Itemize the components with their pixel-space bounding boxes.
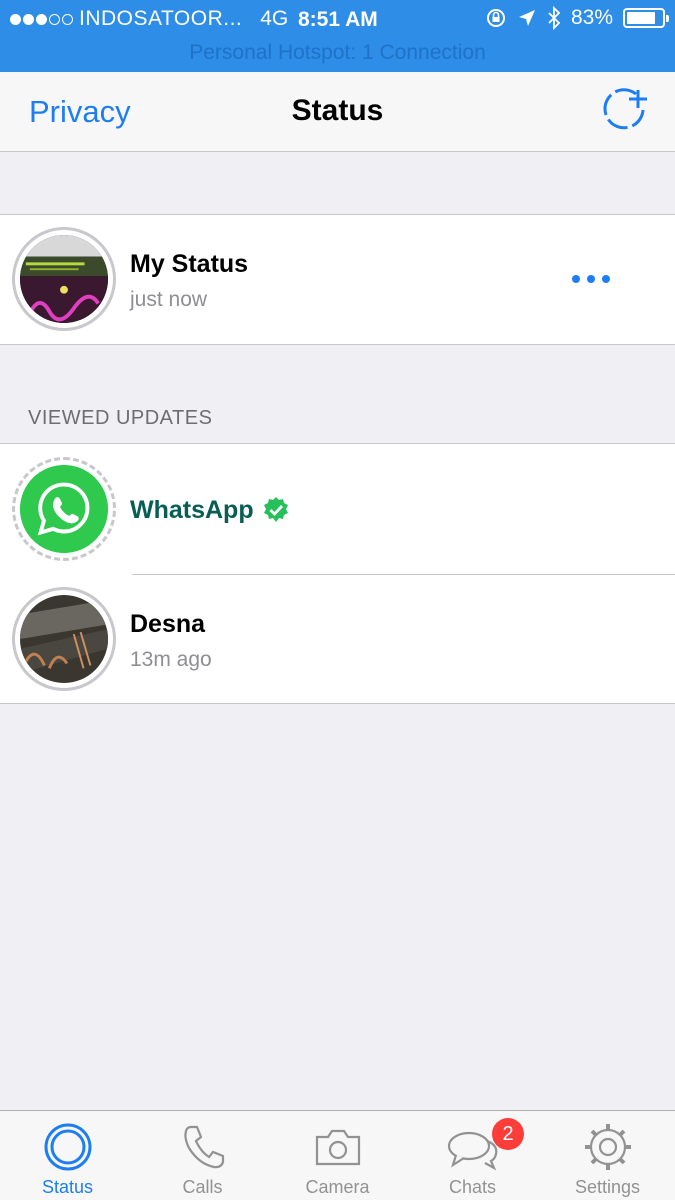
tab-chats-label: Chats [448, 1177, 497, 1197]
new-status-icon[interactable] [600, 86, 650, 136]
bluetooth-icon [548, 6, 561, 30]
hotspot-banner[interactable]: Personal Hotspot: 1 Connection [0, 38, 675, 72]
battery-percent: 83% [570, 6, 613, 29]
chats-unread-badge: 2 [492, 1118, 524, 1150]
tab-settings[interactable]: Settings [540, 1111, 675, 1200]
phone-icon [184, 1125, 225, 1169]
desna-name: Desna [130, 610, 206, 638]
navigation-bar: Privacy Status [0, 72, 675, 152]
tab-status-label: Status [41, 1177, 94, 1197]
my-status-avatar [20, 235, 108, 323]
whatsapp-avatar-ring [12, 457, 116, 561]
my-status-name: My Status [130, 250, 249, 278]
desna-time: 13m ago [130, 648, 212, 671]
battery-icon [623, 8, 669, 28]
carrier-name: INDOSATOOR... [79, 7, 243, 30]
page-title: Status [291, 94, 384, 127]
verified-badge-icon [264, 497, 288, 522]
whatsapp-logo-icon [20, 465, 108, 553]
status-bar: INDOSATOOR... 4G 8:51 AM 83% Personal Ho… [0, 0, 675, 72]
more-dots-icon[interactable] [572, 275, 610, 283]
my-status-card[interactable]: My Status just now [0, 214, 675, 345]
desna-avatar-ring [12, 587, 116, 691]
viewed-updates-header: VIEWED UPDATES [28, 407, 213, 429]
my-status-avatar-ring [12, 227, 116, 331]
location-icon [518, 10, 535, 26]
tab-settings-label: Settings [574, 1177, 641, 1197]
tab-status[interactable]: Status [0, 1111, 135, 1200]
tab-bar: Status Calls Camera Chats Settings [0, 1110, 675, 1200]
tab-camera[interactable]: Camera [270, 1111, 405, 1200]
desna-avatar [20, 595, 108, 683]
network-type: 4G [260, 7, 289, 30]
clock: 8:51 AM [298, 8, 378, 31]
chat-bubbles-icon [447, 1131, 498, 1171]
status-row-whatsapp[interactable]: WhatsApp [0, 444, 675, 574]
tab-calls[interactable]: Calls [135, 1111, 270, 1200]
camera-icon [315, 1129, 361, 1166]
tab-camera-label: Camera [305, 1177, 370, 1197]
signal-strength-icon [10, 13, 73, 25]
status-row-desna[interactable]: Desna 13m ago [0, 575, 675, 705]
whatsapp-name: WhatsApp [130, 496, 254, 524]
tab-calls-label: Calls [182, 1177, 223, 1197]
my-status-time: just now [130, 288, 208, 311]
viewed-updates-list: WhatsApp Desna 13m ago [0, 443, 675, 704]
status-icon [44, 1123, 92, 1171]
gear-icon [585, 1124, 631, 1170]
orientation-lock-icon [486, 9, 505, 27]
